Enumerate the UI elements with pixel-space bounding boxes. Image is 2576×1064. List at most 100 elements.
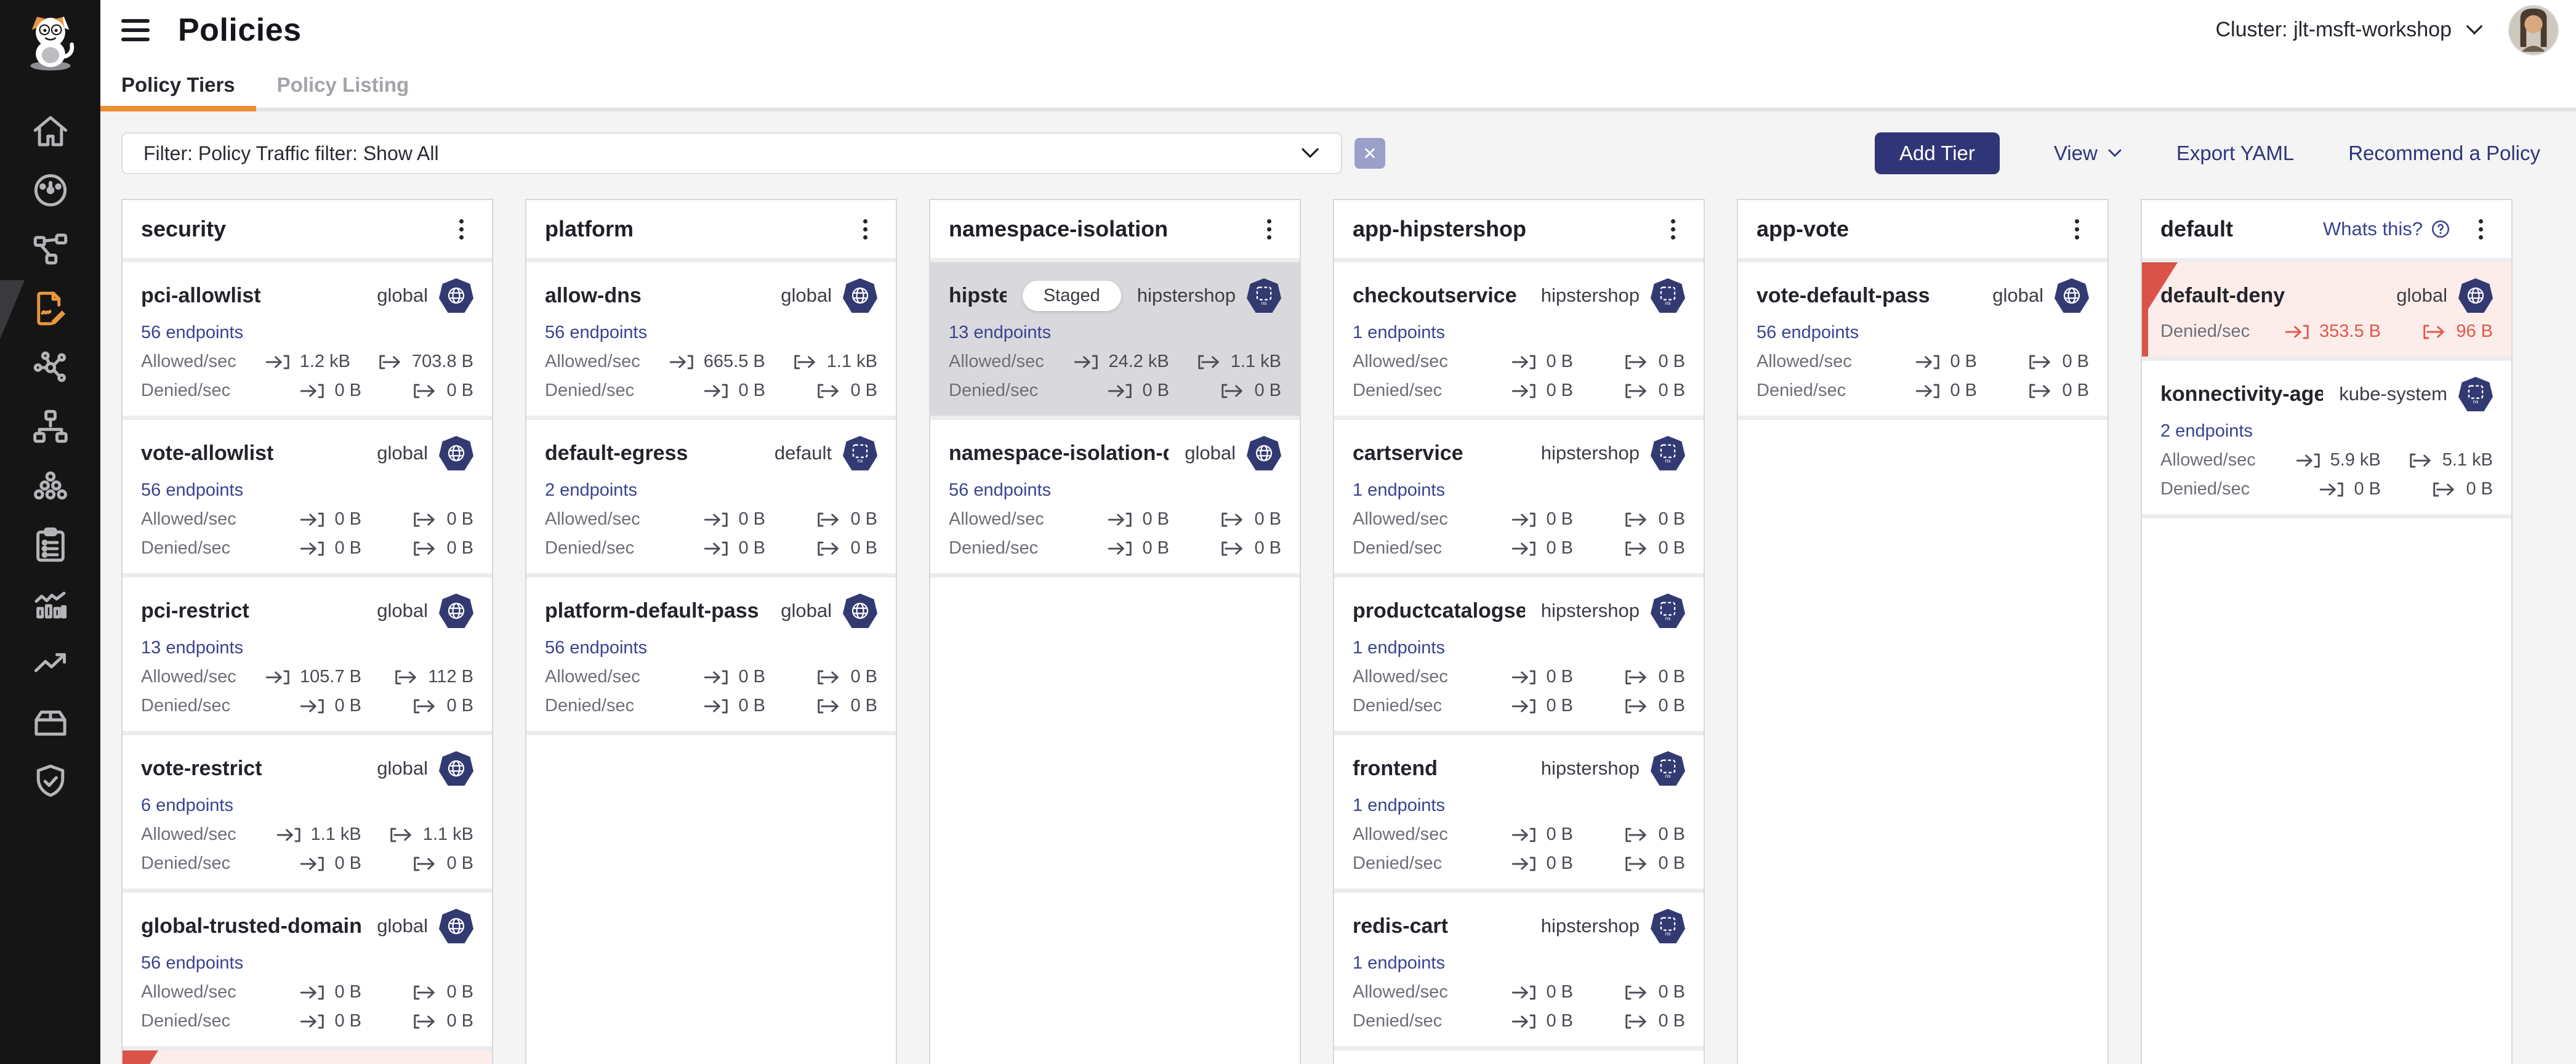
- metric-row: Denied/sec 0 B 0 B: [141, 381, 473, 401]
- scope-label: hipstershop: [1541, 600, 1640, 622]
- policy-card-default-egress[interactable]: default-egress default ns 2 endpoints Al…: [526, 420, 896, 573]
- endpoints-link[interactable]: 56 endpoints: [949, 480, 1051, 501]
- metric-value-in: 0 B: [334, 381, 361, 401]
- policy-card-vote-allowlist[interactable]: vote-allowlist global 56 endpoints Allow…: [123, 420, 492, 573]
- add-tier-button[interactable]: Add Tier: [1875, 132, 2000, 174]
- metric-label: Allowed/sec: [141, 982, 236, 1002]
- sidebar-item-dashboard-gauge[interactable]: [0, 162, 100, 221]
- endpoints-link[interactable]: 13 endpoints: [949, 323, 1051, 343]
- policy-card-namespace-isolation-default-p[interactable]: namespace-isolation-default-p… global 56…: [930, 420, 1300, 573]
- sidebar-item-clusters[interactable]: [0, 457, 100, 517]
- tier-header-default: defaultWhats this?: [2142, 200, 2511, 258]
- recommend-policy-button[interactable]: Recommend a Policy: [2348, 142, 2540, 165]
- endpoints-link[interactable]: 2 endpoints: [2160, 421, 2253, 441]
- namespace-scope-icon: ns: [1651, 909, 1685, 943]
- metric-row: Denied/sec 0 B 0 B: [545, 381, 877, 401]
- sidebar-item-policies[interactable]: [0, 280, 100, 339]
- metric-label: Denied/sec: [2160, 321, 2250, 342]
- tier-name: security: [141, 216, 226, 242]
- policy-card-vote-restrict[interactable]: vote-restrict global 6 endpoints Allowed…: [123, 735, 492, 889]
- sidebar-item-threat-defense[interactable]: [0, 753, 100, 812]
- ingress-icon: [264, 668, 292, 687]
- policy-traffic-filter-select[interactable]: Filter: Policy Traffic filter: Show All: [121, 132, 1342, 174]
- ingress-icon: [1510, 697, 1539, 715]
- endpoints-link[interactable]: 1 endpoints: [1353, 323, 1445, 343]
- egress-icon: [376, 353, 405, 371]
- metric-row: Allowed/sec 0 B 0 B: [1757, 352, 2089, 372]
- endpoints-link[interactable]: 56 endpoints: [141, 480, 243, 501]
- sidebar-item-service-graph[interactable]: [0, 221, 100, 280]
- sidebar-item-packages[interactable]: [0, 694, 100, 753]
- tier-header-app-vote: app-vote: [1738, 200, 2107, 258]
- export-yaml-button[interactable]: Export YAML: [2176, 142, 2294, 165]
- egress-icon: [815, 697, 843, 715]
- tier-menu-kebab-icon[interactable]: [1660, 217, 1685, 242]
- policy-card-platform-default-pass[interactable]: platform-default-pass global 56 endpoint…: [526, 578, 896, 731]
- sidebar-item-trends[interactable]: [0, 635, 100, 694]
- sidebar-item-endpoints[interactable]: [0, 398, 100, 457]
- whats-this-link[interactable]: Whats this?: [2323, 218, 2451, 240]
- tier-menu-kebab-icon[interactable]: [853, 217, 877, 242]
- policy-card-global-trusted-domains[interactable]: global-trusted-domains global 56 endpoin…: [123, 893, 492, 1046]
- tier-menu-kebab-icon[interactable]: [1257, 217, 1281, 242]
- metric-row: Denied/sec 0 B 0 B: [1353, 538, 1685, 558]
- policy-card-default-deny[interactable]: default-deny global Denied/sec 353.5 B 9…: [2142, 262, 2511, 357]
- policy-card-emailservice[interactable]: emailservice hipstershop ns 1 endpoints …: [1334, 1050, 1704, 1064]
- clear-filter-button[interactable]: ✕: [1354, 138, 1385, 169]
- policy-card-checkoutservice[interactable]: checkoutservice hipstershop ns 1 endpoin…: [1334, 262, 1704, 416]
- sidebar-item-flow-visualizations[interactable]: [0, 339, 100, 398]
- sidebar-item-compliance-reports[interactable]: [0, 517, 100, 576]
- hamburger-menu-icon[interactable]: [121, 19, 150, 41]
- endpoints-link[interactable]: 1 endpoints: [1353, 953, 1445, 973]
- policy-card-konnectivity-agent[interactable]: konnectivity-agent kube-system ns 2 endp…: [2142, 361, 2511, 514]
- toolbar: Add Tier View Export YAML Recommend a Po…: [1875, 132, 2540, 174]
- policy-card-productcatalogservice[interactable]: productcatalogservice hipstershop ns 1 e…: [1334, 578, 1704, 731]
- egress-icon: [411, 855, 439, 873]
- endpoints-link[interactable]: 56 endpoints: [141, 323, 243, 343]
- endpoints-link[interactable]: 1 endpoints: [1353, 796, 1445, 816]
- ingress-icon: [702, 510, 731, 529]
- policy-card-allow-dns[interactable]: allow-dns global 56 endpoints Allowed/se…: [526, 262, 896, 416]
- policy-card-quarantine[interactable]: quarantine global 0 endpoints: [123, 1050, 492, 1064]
- policy-card-pci-restrict[interactable]: pci-restrict global 13 endpoints Allowed…: [123, 578, 492, 731]
- metric-value-in: 0 B: [1546, 538, 1573, 558]
- tier-menu-kebab-icon[interactable]: [2468, 217, 2493, 242]
- endpoints-link[interactable]: 13 endpoints: [141, 638, 243, 658]
- policy-card-pci-allowlist[interactable]: pci-allowlist global 56 endpoints Allowe…: [123, 262, 492, 416]
- policy-card-vote-default-pass[interactable]: vote-default-pass global 56 endpoints Al…: [1738, 262, 2107, 416]
- egress-icon: [411, 382, 439, 400]
- sidebar-item-home[interactable]: [0, 103, 100, 162]
- metric-value-in: 353.5 B: [2319, 321, 2381, 342]
- cluster-selector[interactable]: Cluster: jlt-msft-workshop: [2215, 18, 2484, 42]
- metric-row: Allowed/sec 0 B 0 B: [1353, 352, 1685, 372]
- user-avatar[interactable]: [2508, 5, 2559, 55]
- endpoints-link[interactable]: 6 endpoints: [141, 796, 233, 816]
- tier-menu-kebab-icon[interactable]: [2064, 217, 2089, 242]
- metric-row: Allowed/sec 0 B 0 B: [141, 509, 473, 530]
- tab-policy-listing[interactable]: Policy Listing: [256, 60, 430, 110]
- policy-card-frontend[interactable]: frontend hipstershop ns 1 endpoints Allo…: [1334, 735, 1704, 889]
- policy-card-cartservice[interactable]: cartservice hipstershop ns 1 endpoints A…: [1334, 420, 1704, 573]
- policy-card-hipstershop-gh[interactable]: hipstershop-gh…Staged hipstershop ns 13 …: [930, 262, 1300, 416]
- metric-row: Denied/sec 0 B 0 B: [141, 696, 473, 716]
- metric-row: Denied/sec 0 B 0 B: [141, 1011, 473, 1031]
- sidebar-item-activity[interactable]: [0, 576, 100, 635]
- metric-value-in: 5.9 kB: [2330, 450, 2381, 470]
- endpoints-link[interactable]: 56 endpoints: [545, 638, 647, 658]
- endpoints-link[interactable]: 1 endpoints: [1353, 480, 1445, 501]
- namespace-scope-icon: ns: [1651, 436, 1685, 470]
- svg-text:ns: ns: [1665, 457, 1670, 464]
- endpoints-link[interactable]: 56 endpoints: [141, 953, 243, 973]
- egress-icon: [1622, 826, 1651, 844]
- metric-label: Allowed/sec: [545, 509, 640, 530]
- endpoints-link[interactable]: 56 endpoints: [545, 323, 647, 343]
- endpoints-link[interactable]: 1 endpoints: [1353, 638, 1445, 658]
- metric-value-out: 0 B: [1658, 667, 1685, 687]
- endpoints-link[interactable]: 2 endpoints: [545, 480, 637, 501]
- view-menu-button[interactable]: View: [2054, 142, 2122, 165]
- policy-card-redis-cart[interactable]: redis-cart hipstershop ns 1 endpoints Al…: [1334, 893, 1704, 1046]
- endpoints-link[interactable]: 56 endpoints: [1757, 323, 1859, 343]
- ingress-icon: [1106, 382, 1135, 400]
- tab-policy-tiers[interactable]: Policy Tiers: [100, 60, 256, 110]
- tier-menu-kebab-icon[interactable]: [449, 217, 473, 242]
